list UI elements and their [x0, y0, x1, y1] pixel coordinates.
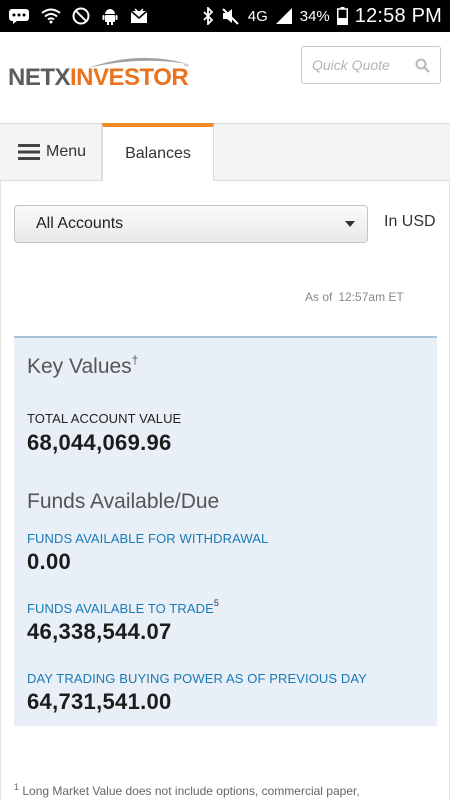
message-icon: [8, 8, 30, 24]
balances-content: All Accounts In USD As of 12:57am ET Key …: [0, 181, 450, 800]
footnote-mark: 1: [14, 782, 20, 792]
funds-available-heading: Funds Available/Due: [27, 490, 220, 513]
signal-icon: [275, 7, 293, 25]
search-icon[interactable]: [415, 58, 430, 73]
battery-percent: 34%: [299, 7, 330, 25]
menu-button[interactable]: Menu: [0, 124, 102, 180]
key-values-panel: Key Values† TOTAL ACCOUNT VALUE 68,044,0…: [14, 336, 437, 726]
quick-quote-box: [301, 46, 441, 84]
as-of-timestamp: As of 12:57am ET: [305, 290, 404, 304]
tab-bar: Menu Balances: [0, 123, 450, 181]
account-dropdown[interactable]: All Accounts: [14, 205, 368, 243]
key-values-dagger: †: [131, 353, 139, 367]
account-dropdown-value: All Accounts: [36, 215, 124, 232]
android-icon: [101, 7, 119, 25]
status-bar: 4G 34% 12:58 PM: [0, 0, 450, 32]
app-header: NETXINVESTOR ™: [0, 32, 450, 122]
mute-icon: [221, 7, 241, 25]
quick-quote-input[interactable]: [312, 57, 412, 73]
funds-trade-value: 46,338,544.07: [27, 619, 172, 644]
logo-netx-text: NETX: [8, 64, 71, 91]
tab-balances[interactable]: Balances: [102, 123, 214, 181]
menu-label: Menu: [46, 143, 87, 160]
day-trading-value: 64,731,541.00: [27, 689, 172, 714]
as-of-time: 12:57am ET: [338, 290, 404, 304]
hamburger-icon: [18, 143, 40, 161]
funds-trade-label[interactable]: FUNDS AVAILABLE TO TRADE5: [27, 598, 219, 616]
caret-down-icon: [345, 221, 355, 227]
funds-withdrawal-label[interactable]: FUNDS AVAILABLE FOR WITHDRAWAL: [27, 531, 268, 546]
logo-investor-text: INVESTOR: [70, 64, 189, 91]
footnote: 1 Long Market Value does not include opt…: [14, 782, 360, 798]
tab-balances-label: Balances: [125, 145, 191, 162]
clock: 12:58 PM: [354, 4, 442, 27]
key-values-heading: Key Values†: [27, 353, 139, 378]
mail-icon: [130, 8, 148, 24]
logo-trademark: ™: [183, 64, 189, 70]
funds-withdrawal-value: 0.00: [27, 549, 72, 574]
system-icons: 4G 34% 12:58 PM: [202, 5, 442, 28]
total-account-value-label: TOTAL ACCOUNT VALUE: [27, 411, 182, 426]
bluetooth-icon: [202, 7, 214, 25]
total-account-value: 68,044,069.96: [27, 430, 172, 455]
footnote-text: Long Market Value does not include optio…: [22, 784, 360, 798]
currency-label: In USD: [384, 213, 436, 230]
battery-icon: [336, 7, 348, 25]
day-trading-label[interactable]: DAY TRADING BUYING POWER AS OF PREVIOUS …: [27, 671, 367, 686]
netx-investor-logo[interactable]: NETXINVESTOR ™: [8, 54, 189, 94]
funds-trade-footnote-mark: 5: [213, 598, 219, 608]
do-not-disturb-icon: [72, 7, 90, 25]
as-of-label: As of: [305, 290, 333, 304]
notification-icons: [8, 7, 148, 25]
wifi-icon: [41, 8, 61, 24]
network-type: 4G: [247, 7, 268, 25]
